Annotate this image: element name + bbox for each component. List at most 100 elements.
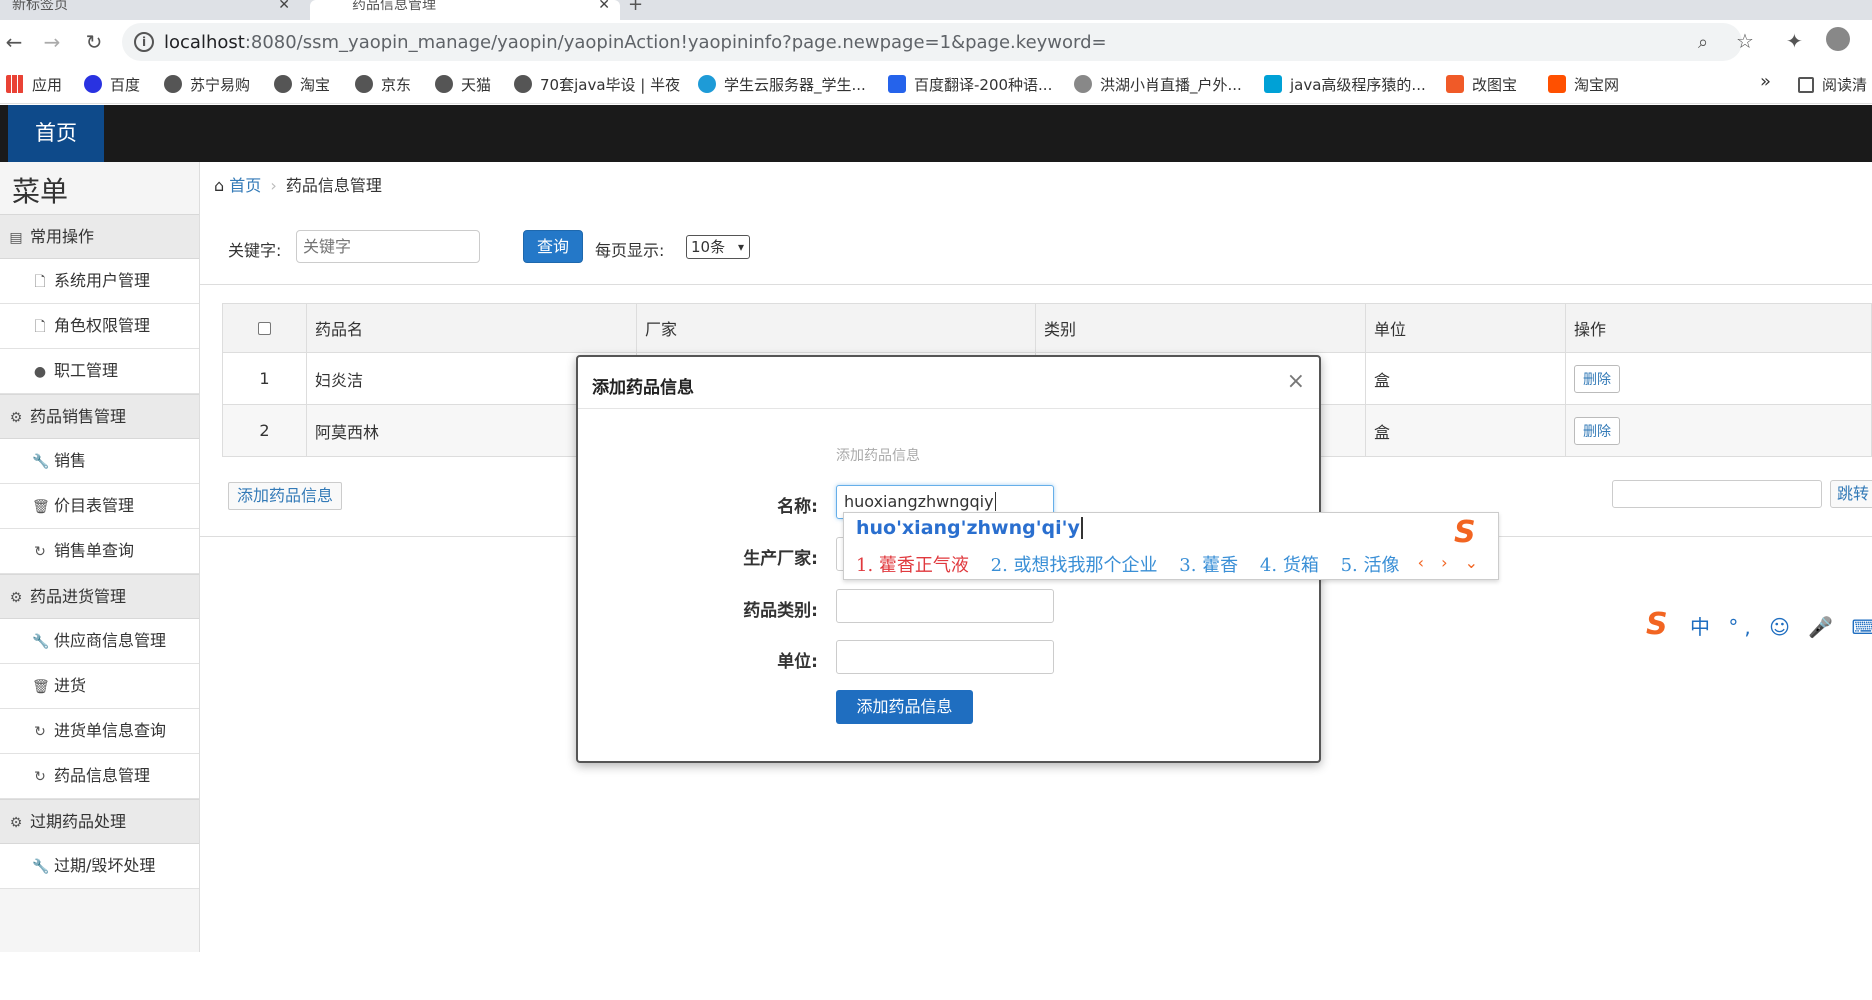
reload-icon[interactable]: ↻: [82, 30, 106, 54]
delete-button[interactable]: 删除: [1574, 416, 1620, 445]
close-icon[interactable]: ✕: [278, 0, 290, 12]
ime-candidate[interactable]: 3. 藿香: [1179, 555, 1238, 576]
modal-subtitle: 添加药品信息: [836, 448, 920, 464]
menu-title: 菜单: [12, 175, 69, 208]
back-icon[interactable]: ←: [2, 30, 26, 54]
ime-composition: huo'xiang'zhwng'qi'y: [856, 517, 1083, 539]
gear-icon: ⚙: [9, 815, 23, 831]
bookmark-star-icon[interactable]: ☆: [1736, 29, 1754, 53]
category-label: 药品类别:: [743, 601, 818, 621]
gaitubao-icon: [1446, 75, 1464, 93]
bookmark-apps[interactable]: 应用: [6, 74, 62, 95]
page-jump-button[interactable]: 跳转: [1830, 480, 1872, 508]
breadcrumb-home-link[interactable]: 首页: [229, 176, 261, 195]
select-all-checkbox[interactable]: [258, 321, 271, 335]
unit-field[interactable]: [836, 640, 1054, 674]
sidebar-menu: 菜单 ▤ 常用操作 🗋 系统用户管理 🗋 角色权限管理 ● 职工管理 ⚙ 药品销售管理 🔧…: [0, 162, 200, 952]
extensions-icon[interactable]: ✦: [1786, 29, 1803, 53]
gear-icon: ⚙: [9, 410, 23, 426]
sidebar-item-staff[interactable]: ● 职工管理: [0, 349, 199, 394]
submit-add-drug-button[interactable]: 添加药品信息: [836, 690, 973, 724]
nav-home-tab[interactable]: 首页: [8, 105, 104, 162]
sogou-logo-icon[interactable]: S: [1646, 607, 1682, 643]
sidebar-item-role-permissions[interactable]: 🗋 角色权限管理: [0, 304, 199, 349]
reading-list[interactable]: 阅读清: [1798, 74, 1867, 95]
close-icon[interactable]: ×: [1287, 369, 1305, 394]
apps-grid-icon: [6, 75, 24, 93]
ime-candidate[interactable]: 1. 藿香正气液: [856, 555, 969, 576]
bookmark-taobao[interactable]: 淘宝: [274, 74, 330, 95]
per-page-select[interactable]: 10条 ▾: [686, 235, 750, 259]
file-icon: 🗋: [34, 319, 46, 335]
profile-avatar-icon[interactable]: [1826, 27, 1850, 51]
zoom-icon[interactable]: ⌕: [1698, 32, 1708, 53]
row-number: 1: [259, 369, 270, 388]
home-icon[interactable]: ⌂: [214, 176, 224, 195]
text-cursor: [1080, 517, 1083, 539]
delete-button[interactable]: 删除: [1574, 364, 1620, 393]
bird-icon: [1074, 75, 1092, 93]
bookmark-baidu-translate[interactable]: 百度翻译-200种语...: [888, 74, 1052, 95]
ime-toolbar-icons[interactable]: 中 °, ☺ 🎤 ⌨ 👕: [1690, 611, 1872, 640]
sidebar-item-expired-damaged[interactable]: 🔧 过期/毁坏处理: [0, 844, 199, 889]
taobao-icon: [1548, 75, 1566, 93]
ime-toolbar: S 中 °, ☺ 🎤 ⌨ 👕: [1646, 605, 1872, 645]
sidebar-item-drug-info[interactable]: ↻ 药品信息管理: [0, 754, 199, 799]
url-text[interactable]: localhost:8080/ssm_yaopin_manage/yaopin/…: [164, 32, 1107, 53]
sidebar-item-sale[interactable]: 🔧 销售: [0, 439, 199, 484]
sidebar-group-common[interactable]: ▤ 常用操作: [0, 214, 199, 259]
query-button[interactable]: 查询: [523, 230, 583, 263]
ime-candidate[interactable]: 5. 活像: [1341, 555, 1400, 576]
refresh-icon: ↻: [34, 544, 46, 560]
keyword-input[interactable]: [296, 230, 480, 263]
sidebar-item-price-list[interactable]: 🗑 价目表管理: [0, 484, 199, 529]
cell-action: 删除: [1565, 405, 1872, 456]
tv-icon: [1264, 75, 1282, 93]
info-icon[interactable]: i: [134, 32, 154, 52]
ime-page-arrows-icon[interactable]: ‹ › ⌄: [1418, 553, 1484, 572]
page-jump-input[interactable]: [1612, 480, 1822, 508]
add-drug-button[interactable]: 添加药品信息: [228, 482, 343, 510]
close-icon[interactable]: ✕: [598, 0, 610, 12]
bookmark-tmall[interactable]: 天猫: [435, 74, 491, 95]
file-icon: 🗋: [34, 274, 46, 290]
bookmark-taobao-net[interactable]: 淘宝网: [1548, 74, 1619, 95]
browser-tab-bar: 新标签页 ✕ 药品信息管理 ✕ +: [0, 0, 1872, 20]
bookmark-baidu[interactable]: 百度: [84, 74, 140, 95]
bookmark-gaitubao[interactable]: 改图宝: [1446, 74, 1517, 95]
sidebar-item-purchase[interactable]: 🗑 进货: [0, 664, 199, 709]
bookmark-suning[interactable]: 苏宁易购: [164, 74, 250, 95]
address-bar[interactable]: i localhost:8080/ssm_yaopin_manage/yaopi…: [122, 23, 1742, 61]
category-field[interactable]: [836, 589, 1054, 623]
bookmark-student-cloud[interactable]: 学生云服务器_学生...: [698, 74, 866, 95]
list-icon: ▤: [9, 230, 23, 246]
breadcrumb-current: 药品信息管理: [285, 176, 382, 195]
forward-icon[interactable]: →: [40, 30, 64, 54]
more-bookmarks-icon[interactable]: »: [1760, 71, 1771, 92]
cell-unit: 盒: [1365, 353, 1565, 404]
ime-candidate-window: huo'xiang'zhwng'qi'y 1. 藿香正气液 2. 或想找我那个企…: [843, 512, 1499, 580]
bookmark-live-stream[interactable]: 洪湖小肖直播_户外...: [1074, 74, 1242, 95]
sidebar-item-sales-query[interactable]: ↻ 销售单查询: [0, 529, 199, 574]
browser-tab-active[interactable]: 药品信息管理 ✕: [310, 0, 620, 20]
bookmark-jd[interactable]: 京东: [355, 74, 411, 95]
globe-icon: [274, 75, 292, 93]
bookmark-bilibili[interactable]: java高级程序猿的...: [1264, 74, 1426, 95]
header-category: 类别: [1035, 304, 1365, 352]
globe-icon: [514, 75, 532, 93]
sidebar-item-purchase-query[interactable]: ↻ 进货单信息查询: [0, 709, 199, 754]
ime-candidate[interactable]: 4. 货箱: [1260, 555, 1319, 576]
sidebar-item-supplier[interactable]: 🔧 供应商信息管理: [0, 619, 199, 664]
new-tab-button[interactable]: +: [616, 0, 646, 20]
modal-header: 添加药品信息 ×: [578, 357, 1319, 409]
sidebar-group-purchase[interactable]: ⚙ 药品进货管理: [0, 574, 199, 619]
gear-icon: ⚙: [9, 590, 23, 606]
sidebar-group-expired[interactable]: ⚙ 过期药品处理: [0, 799, 199, 844]
bookmark-java-projects[interactable]: 70套java毕设 | 半夜: [514, 74, 680, 95]
sidebar-item-system-users[interactable]: 🗋 系统用户管理: [0, 259, 199, 304]
text-cursor: [994, 492, 996, 511]
ime-candidate[interactable]: 2. 或想找我那个企业: [991, 555, 1158, 576]
header-unit: 单位: [1365, 304, 1565, 352]
sidebar-group-sales[interactable]: ⚙ 药品销售管理: [0, 394, 199, 439]
browser-tab-newtab[interactable]: 新标签页 ✕: [0, 0, 300, 20]
